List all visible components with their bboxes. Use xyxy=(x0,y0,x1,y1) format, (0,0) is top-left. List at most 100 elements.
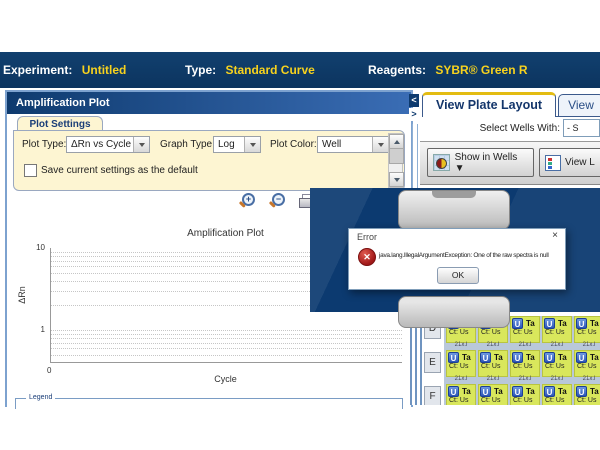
well-target: Ta xyxy=(590,353,599,362)
well-header: UTa xyxy=(511,385,539,397)
y-axis-label: ΔRn xyxy=(17,286,27,304)
background-button-top[interactable] xyxy=(398,190,510,230)
well-sample-label: 21x.l xyxy=(542,376,572,382)
scroll-up-icon[interactable] xyxy=(389,134,404,149)
gridline xyxy=(51,334,402,335)
settings-scrollbar[interactable] xyxy=(388,133,403,188)
well-header: UTa xyxy=(543,351,571,363)
type-field: Type: Standard Curve xyxy=(185,63,315,77)
plate-well[interactable]: UTaCt: Us xyxy=(510,384,540,405)
plate-row-label-E[interactable]: E xyxy=(424,352,441,373)
task-unknown-icon: U xyxy=(544,352,555,363)
chevron-down-icon[interactable] xyxy=(133,137,149,152)
well-header: UTa xyxy=(447,385,475,397)
well-header: UTa xyxy=(575,385,600,397)
well-sample-label: 21x.l xyxy=(542,342,572,348)
select-wells-dropdown[interactable]: - S xyxy=(563,119,600,137)
task-unknown-icon: U xyxy=(512,386,523,397)
task-unknown-icon: U xyxy=(448,386,459,397)
tab-baseline xyxy=(556,116,600,117)
error-message: java.lang.IllegalArgumentException: One … xyxy=(379,252,549,259)
plot-type-select[interactable]: ΔRn vs Cycle xyxy=(66,136,150,153)
plate-well[interactable]: UTaCt: Us xyxy=(542,350,572,377)
plate-well[interactable]: UTaCt: Us xyxy=(478,350,508,377)
experiment-field: Experiment: Untitled xyxy=(3,63,126,77)
well-ct-value: Ct: Us xyxy=(447,363,475,370)
background-button-bottom[interactable] xyxy=(398,296,510,328)
graph-type-label: Graph Type: xyxy=(160,136,215,153)
panel-title: Amplification Plot xyxy=(7,92,411,114)
well-target: Ta xyxy=(526,387,535,396)
plot-color-select[interactable]: Well xyxy=(317,136,389,153)
plate-well[interactable]: UTaCt: Us xyxy=(574,384,600,405)
chevron-down-icon[interactable] xyxy=(372,137,388,152)
type-value: Standard Curve xyxy=(225,63,314,77)
select-wells-label: Select Wells With: xyxy=(468,123,560,134)
plate-splitter-grip[interactable] xyxy=(410,318,423,405)
well-target: Ta xyxy=(494,387,503,396)
tab-view-plate-layout[interactable]: View Plate Layout xyxy=(422,92,556,117)
show-in-wells-button[interactable]: Show in Wells ▼ xyxy=(427,148,534,177)
task-unknown-icon: U xyxy=(544,386,555,397)
experiment-info-bar: Experiment: Untitled Type: Standard Curv… xyxy=(0,52,600,88)
close-icon[interactable]: × xyxy=(552,231,558,241)
well-ct-value: Ct: Us xyxy=(511,363,539,370)
collapse-right-icon[interactable]: > xyxy=(409,108,419,121)
zoom-in-icon[interactable]: + xyxy=(239,193,254,208)
plate-row-label-F[interactable]: F xyxy=(424,386,441,405)
reagents-value: SYBR® Green R xyxy=(435,63,527,77)
scrollbar-thumb[interactable] xyxy=(389,148,404,164)
plate-well[interactable]: UTaCt: Us xyxy=(510,316,540,343)
plot-settings-group: Plot Type: ΔRn vs Cycle Graph Type: Log … xyxy=(13,130,405,191)
well-target: Ta xyxy=(462,387,471,396)
well-sample-label: 21x.l xyxy=(574,376,600,382)
app-window: Experiment: Untitled Type: Standard Curv… xyxy=(0,0,600,450)
well-target: Ta xyxy=(590,319,599,328)
task-unknown-icon: U xyxy=(544,318,555,329)
well-ct-value: Ct: Us xyxy=(575,329,600,336)
well-target: Ta xyxy=(494,353,503,362)
well-header: UTa xyxy=(575,351,600,363)
plate-well[interactable]: UTaCt: Us xyxy=(510,350,540,377)
gridline xyxy=(51,343,402,344)
plate-well[interactable]: UTaCt: Us xyxy=(542,384,572,405)
plate-well[interactable]: UTaCt: Us xyxy=(574,316,600,343)
view-legend-button[interactable]: View L xyxy=(539,148,600,177)
well-ct-value: Ct: Us xyxy=(543,363,571,370)
collapse-left-icon[interactable]: < xyxy=(409,94,419,107)
gridline xyxy=(51,338,402,339)
well-sample-label: 21x.l xyxy=(478,376,508,382)
plate-well[interactable]: UTaCt: Us xyxy=(446,350,476,377)
scroll-down-icon[interactable] xyxy=(389,172,404,187)
error-dialog-title: Error xyxy=(357,232,377,242)
plate-well[interactable]: UTaCt: Us xyxy=(542,316,572,343)
well-target: Ta xyxy=(462,353,471,362)
well-sample-label: 21x.l xyxy=(510,342,540,348)
ok-button[interactable]: OK xyxy=(437,267,479,284)
well-ct-value: Ct: Us xyxy=(575,363,600,370)
plate-well[interactable]: UTaCt: Us xyxy=(478,384,508,405)
error-dialog: Error × ✕ java.lang.IllegalArgumentExcep… xyxy=(348,228,566,290)
well-target: Ta xyxy=(526,353,535,362)
zoom-out-icon[interactable]: − xyxy=(269,193,284,208)
well-header: UTa xyxy=(511,317,539,329)
plate-well[interactable]: UTaCt: Us xyxy=(574,350,600,377)
well-target: Ta xyxy=(558,319,567,328)
well-header: UTa xyxy=(543,385,571,397)
y-tick-1: 1 xyxy=(29,325,45,334)
well-sample-label: 21x.l xyxy=(574,342,600,348)
well-target: Ta xyxy=(558,353,567,362)
plot-color-label: Plot Color: xyxy=(270,136,317,153)
graph-type-select[interactable]: Log xyxy=(213,136,261,153)
chevron-down-icon[interactable] xyxy=(244,137,260,152)
well-sample-label: 21x.l xyxy=(446,376,476,382)
save-default-checkbox[interactable] xyxy=(24,164,37,177)
well-target: Ta xyxy=(526,319,535,328)
well-ct-value: Ct: Us xyxy=(447,329,475,336)
tab-view-secondary[interactable]: View xyxy=(558,94,600,117)
well-ct-value: Ct: Us xyxy=(447,397,475,404)
gridline xyxy=(51,330,402,331)
plot-type-value: ΔRn vs Cycle xyxy=(71,139,131,150)
gridline xyxy=(51,355,402,356)
plate-well[interactable]: UTaCt: Us xyxy=(446,384,476,405)
